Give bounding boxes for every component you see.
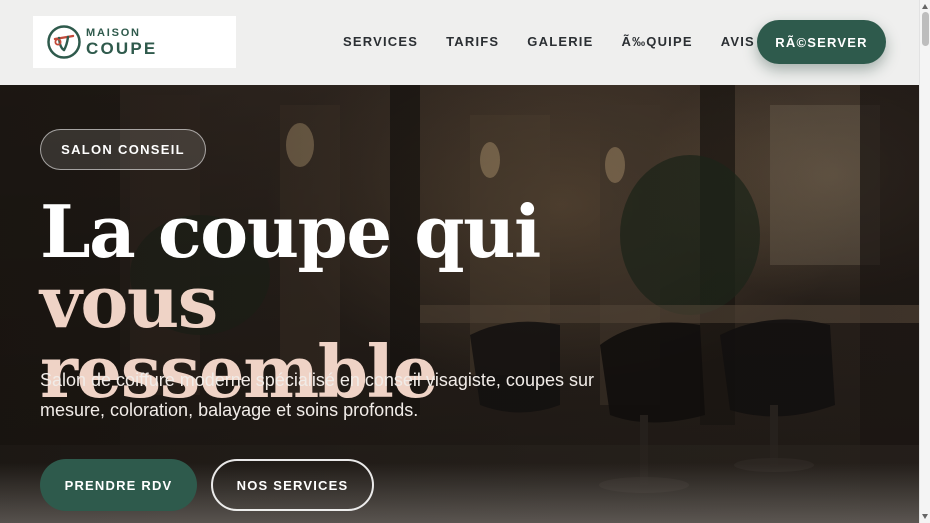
site-header: MAISON COUPE SERVICES TARIFS GALERIE Ã‰Q… [0,0,919,85]
scroll-up-arrow-icon[interactable] [922,4,928,9]
nav-link-galerie[interactable]: GALERIE [527,34,593,49]
scrollbar-thumb[interactable] [922,12,929,46]
nav-link-tarifs[interactable]: TARIFS [446,34,499,49]
brand-name: MAISON COUPE [86,26,158,58]
logo[interactable]: MAISON COUPE [33,16,236,68]
nav-link-equipe[interactable]: Ã‰QUIPE [621,34,692,49]
nav-link-services[interactable]: SERVICES [343,34,418,49]
book-appointment-button[interactable]: PRENDRE RDV [40,459,197,511]
reserve-button[interactable]: RÃ©SERVER [757,20,886,64]
page-scrollbar[interactable] [919,0,930,523]
our-services-button[interactable]: NOS SERVICES [211,459,374,511]
brand-line-1: MAISON [86,26,141,39]
scroll-down-arrow-icon[interactable] [922,514,928,519]
brand-line-2: COUPE [86,38,158,58]
main-nav: SERVICES TARIFS GALERIE Ã‰QUIPE AVIS [343,34,783,49]
hero-subtitle: Salon de coiffure moderne spécialisé en … [40,370,594,420]
hero-section: SALON CONSEIL La coupe qui vous ressemble… [0,85,919,523]
scissors-in-circle-icon [47,25,81,59]
hero-badge: SALON CONSEIL [40,129,206,170]
nav-link-avis[interactable]: AVIS [721,34,755,49]
